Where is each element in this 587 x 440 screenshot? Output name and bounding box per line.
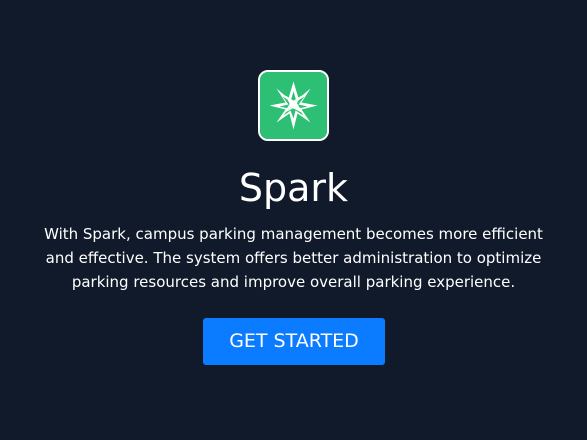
- get-started-button[interactable]: GET STARTED: [203, 318, 385, 365]
- spark-logo: [258, 70, 329, 141]
- hero-description: With Spark, campus parking management be…: [44, 225, 543, 291]
- app-title: Spark: [238, 166, 349, 210]
- spark-star-icon: [260, 72, 327, 139]
- hero-section: Spark With Spark, campus parking managem…: [0, 0, 587, 440]
